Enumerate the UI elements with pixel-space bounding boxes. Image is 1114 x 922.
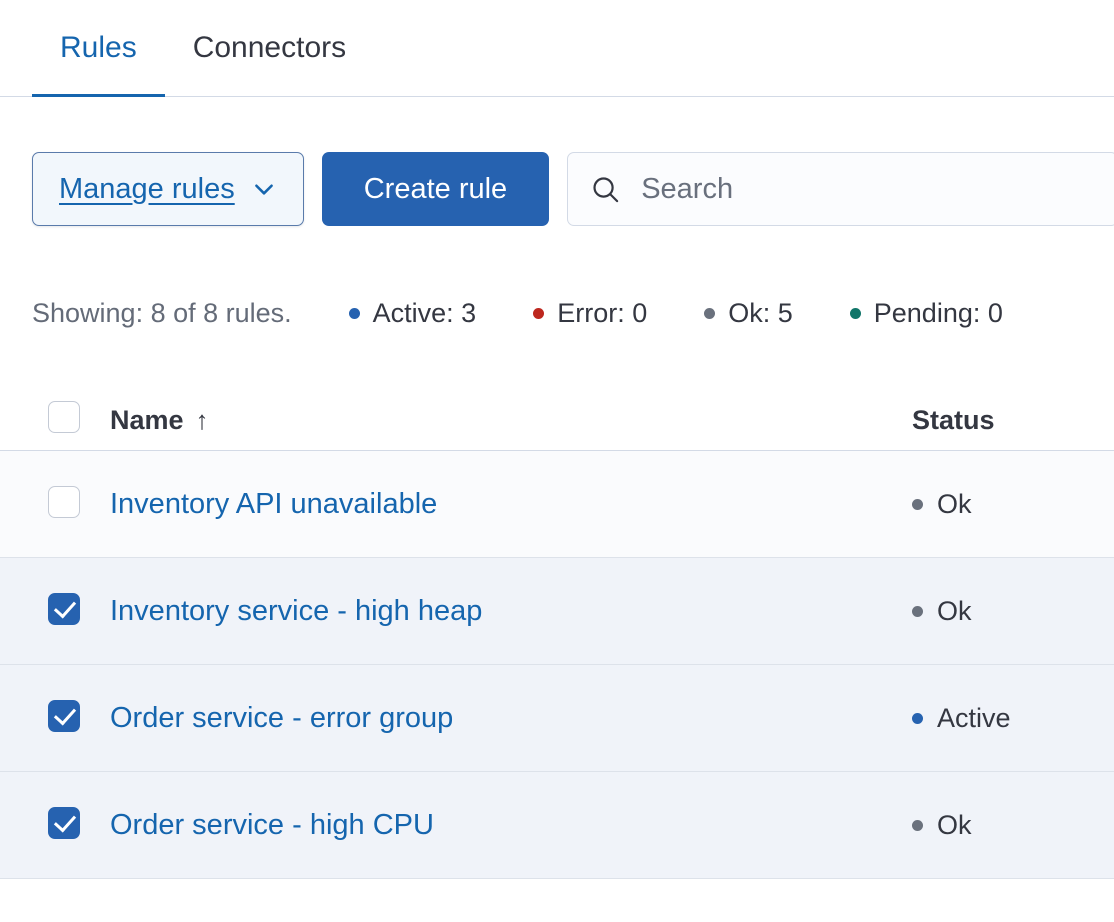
status-column-header: Status xyxy=(912,405,995,435)
count-dot-icon xyxy=(704,308,715,319)
status-dot-icon xyxy=(912,606,923,617)
table-header: Name ↑ Status xyxy=(0,391,1114,451)
status-dot-icon xyxy=(912,820,923,831)
create-rule-button[interactable]: Create rule xyxy=(322,152,549,226)
rules-table-body: Inventory API unavailable Ok Inventory s… xyxy=(0,451,1114,879)
rules-summary: Showing: 8 of 8 rules. Active: 3 Error: … xyxy=(32,298,1114,329)
rule-status-cell: Ok xyxy=(912,596,1114,627)
rule-name-cell: Inventory API unavailable xyxy=(110,488,912,521)
row-checkbox-cell xyxy=(48,807,110,844)
manage-rules-button[interactable]: Manage rules xyxy=(32,152,304,226)
rule-name-link[interactable]: Inventory service - high heap xyxy=(110,595,482,628)
row-checkbox-cell xyxy=(48,700,110,737)
tab-rules-label: Rules xyxy=(60,31,137,65)
rules-toolbar: Manage rules Create rule xyxy=(32,152,1114,226)
rules-page: Rules Connectors Manage rules Create rul… xyxy=(0,0,1114,879)
search-icon xyxy=(590,174,621,205)
status-dot-icon xyxy=(912,499,923,510)
search-input[interactable] xyxy=(641,173,1095,206)
table-row[interactable]: Inventory API unavailable Ok xyxy=(0,451,1114,558)
rule-status-cell: Ok xyxy=(912,489,1114,520)
status-label: Ok xyxy=(937,810,972,841)
count-active: Active: 3 xyxy=(349,298,477,329)
count-label: Error: 0 xyxy=(557,298,647,329)
count-dot-icon xyxy=(533,308,544,319)
tab-bar: Rules Connectors xyxy=(0,0,1114,97)
count-pending: Pending: 0 xyxy=(850,298,1003,329)
rules-table: Name ↑ Status Inventory API unavailable … xyxy=(0,391,1114,879)
table-row[interactable]: Order service - error group Active xyxy=(0,665,1114,772)
rule-status-cell: Ok xyxy=(912,810,1114,841)
row-checkbox[interactable] xyxy=(48,486,80,518)
row-checkbox[interactable] xyxy=(48,593,80,625)
table-row[interactable]: Inventory service - high heap Ok xyxy=(0,558,1114,665)
name-header-cell: Name ↑ xyxy=(110,405,912,436)
rule-name-cell: Inventory service - high heap xyxy=(110,595,912,628)
rule-status-cell: Active xyxy=(912,703,1114,734)
row-checkbox[interactable] xyxy=(48,807,80,839)
rule-name-cell: Order service - high CPU xyxy=(110,809,912,842)
status-label: Ok xyxy=(937,489,972,520)
count-dot-icon xyxy=(850,308,861,319)
count-dot-icon xyxy=(349,308,360,319)
showing-text: Showing: 8 of 8 rules. xyxy=(32,298,292,329)
tab-connectors-label: Connectors xyxy=(193,31,346,65)
sort-ascending-icon: ↑ xyxy=(196,405,209,436)
tab-connectors[interactable]: Connectors xyxy=(165,0,374,96)
tab-rules[interactable]: Rules xyxy=(32,0,165,96)
status-label: Active xyxy=(937,703,1011,734)
row-checkbox-cell xyxy=(48,593,110,630)
table-row[interactable]: Order service - high CPU Ok xyxy=(0,772,1114,879)
select-all-checkbox[interactable] xyxy=(48,401,80,433)
count-error: Error: 0 xyxy=(533,298,647,329)
status-header-cell: Status xyxy=(912,405,1114,436)
rule-name-link[interactable]: Order service - high CPU xyxy=(110,809,434,842)
name-column-header[interactable]: Name xyxy=(110,405,184,436)
rule-name-cell: Order service - error group xyxy=(110,702,912,735)
row-checkbox-cell xyxy=(48,486,110,523)
select-all-cell xyxy=(48,401,110,440)
chevron-down-icon xyxy=(251,176,277,202)
status-label: Ok xyxy=(937,596,972,627)
count-label: Active: 3 xyxy=(373,298,477,329)
search-box xyxy=(567,152,1114,226)
manage-rules-label: Manage rules xyxy=(59,173,235,206)
rule-name-link[interactable]: Order service - error group xyxy=(110,702,453,735)
count-label: Pending: 0 xyxy=(874,298,1003,329)
rule-name-link[interactable]: Inventory API unavailable xyxy=(110,488,437,521)
row-checkbox[interactable] xyxy=(48,700,80,732)
count-label: Ok: 5 xyxy=(728,298,793,329)
count-ok: Ok: 5 xyxy=(704,298,793,329)
status-dot-icon xyxy=(912,713,923,724)
